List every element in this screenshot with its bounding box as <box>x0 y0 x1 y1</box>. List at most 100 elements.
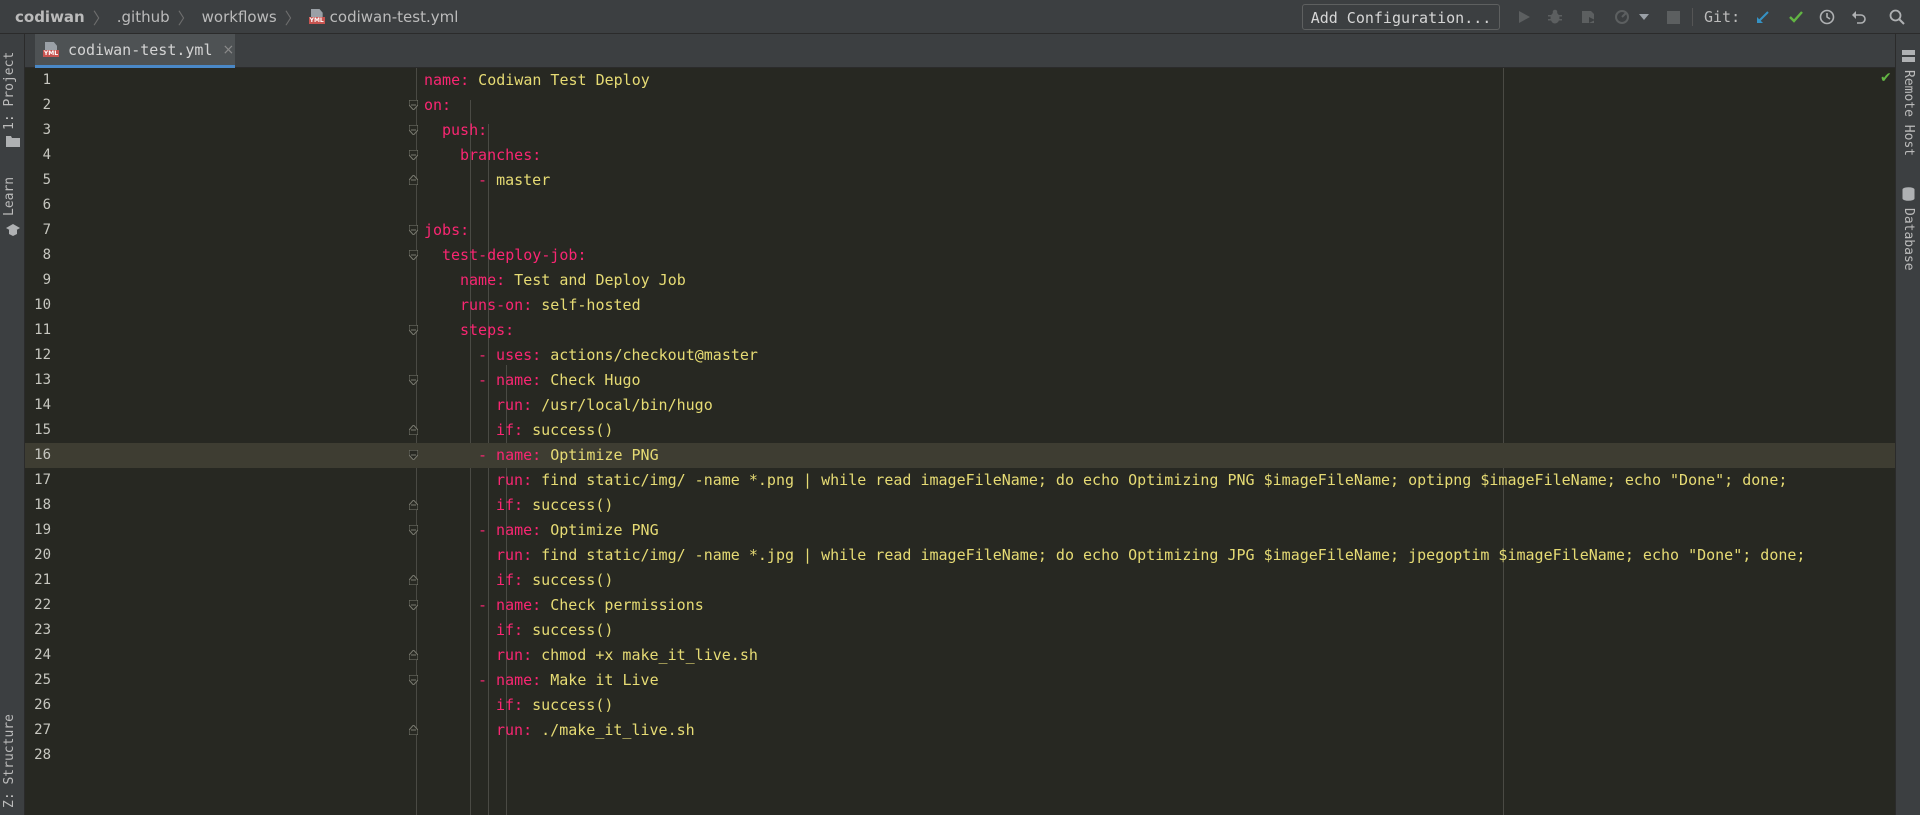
yaml-key: push: <box>442 121 488 139</box>
learn-tool-tab[interactable]: Learn <box>2 177 17 216</box>
yaml-value: success() <box>523 496 614 514</box>
code-text: on: <box>424 93 451 118</box>
code-line[interactable]: 14 run: /usr/local/bin/hugo <box>25 393 1895 418</box>
yaml-key: name: <box>424 71 470 89</box>
fold-end-icon[interactable] <box>409 725 418 735</box>
line-number: 11 <box>34 322 51 338</box>
code-line[interactable]: 1 name: Codiwan Test Deploy <box>25 68 1895 93</box>
remote-host-tool-tab[interactable]: Remote Host <box>1901 70 1916 156</box>
code-line[interactable]: 11 steps: <box>25 318 1895 343</box>
code-line[interactable]: 22 - name: Check permissions <box>25 593 1895 618</box>
code-line[interactable]: 4 branches: <box>25 143 1895 168</box>
code-line[interactable]: 9 name: Test and Deploy Job <box>25 268 1895 293</box>
rollback-icon[interactable] <box>1850 8 1868 26</box>
fold-end-icon[interactable] <box>409 650 418 660</box>
history-icon[interactable] <box>1818 8 1836 26</box>
code-line[interactable]: 19 - name: Optimize PNG <box>25 518 1895 543</box>
code-line[interactable]: 13 - name: Check Hugo <box>25 368 1895 393</box>
code-line[interactable]: 6 <box>25 193 1895 218</box>
fold-open-icon[interactable] <box>409 225 418 235</box>
editor-tab-codiwan-test[interactable]: YML codiwan-test.yml × <box>35 34 235 68</box>
code-line[interactable]: 21 if: success() <box>25 568 1895 593</box>
code-line[interactable]: 18 if: success() <box>25 493 1895 518</box>
fold-open-icon[interactable] <box>409 600 418 610</box>
code-line[interactable]: 12 - uses: actions/checkout@master <box>25 343 1895 368</box>
line-number: 9 <box>42 272 51 288</box>
fold-open-icon[interactable] <box>409 450 418 460</box>
run-with-coverage-icon[interactable] <box>1579 8 1597 26</box>
fold-open-icon[interactable] <box>409 125 418 135</box>
code-line[interactable]: 7 jobs: <box>25 218 1895 243</box>
yaml-value: actions/checkout@master <box>541 346 758 364</box>
fold-end-icon[interactable] <box>409 175 418 185</box>
code-line[interactable]: 3 push: <box>25 118 1895 143</box>
search-icon[interactable] <box>1888 8 1906 26</box>
git-update-icon[interactable] <box>1754 8 1772 26</box>
yaml-key: on: <box>424 96 452 114</box>
no-problems-check-icon: ✔ <box>1880 70 1892 86</box>
code-text: run: find static/img/ -name *.png | whil… <box>496 468 1787 493</box>
breadcrumb-project[interactable]: codiwan <box>15 0 85 34</box>
code-line[interactable]: 17 run: find static/img/ -name *.png | wh… <box>25 468 1895 493</box>
fold-open-icon[interactable] <box>409 100 418 110</box>
structure-tool-tab[interactable]: Z: Structure <box>2 714 17 808</box>
code-line[interactable]: 27 run: ./make_it_live.sh <box>25 718 1895 743</box>
stop-icon[interactable] <box>1664 8 1682 26</box>
code-text: - uses: actions/checkout@master <box>478 343 758 368</box>
yaml-value: Check permissions <box>541 596 704 614</box>
breadcrumb-github-folder[interactable]: .github <box>117 0 170 34</box>
fold-end-icon[interactable] <box>409 425 418 435</box>
code-line[interactable]: 15 if: success() <box>25 418 1895 443</box>
code-text: name: Codiwan Test Deploy <box>424 68 650 93</box>
code-line[interactable]: 2 on: <box>25 93 1895 118</box>
breadcrumb-label: .github <box>116 7 170 26</box>
yml-file-icon: YML <box>43 41 59 58</box>
chevron-down-icon[interactable] <box>1635 8 1653 26</box>
yaml-value: find static/img/ -name *.jpg | while rea… <box>532 546 1806 564</box>
add-configuration-button[interactable]: Add Configuration... <box>1302 4 1500 30</box>
yaml-key: run: <box>496 396 533 414</box>
close-icon[interactable]: × <box>223 42 235 58</box>
code-editor[interactable]: 1 name: Codiwan Test Deploy 2 on: 3 push: 4 bra… <box>25 68 1895 815</box>
code-text: if: success() <box>496 568 613 593</box>
fold-open-icon[interactable] <box>409 375 418 385</box>
fold-open-icon[interactable] <box>409 675 418 685</box>
code-line[interactable]: 5 - master <box>25 168 1895 193</box>
fold-end-icon[interactable] <box>409 575 418 585</box>
fold-open-icon[interactable] <box>409 325 418 335</box>
fold-open-icon[interactable] <box>409 525 418 535</box>
line-number: 25 <box>34 672 51 688</box>
code-line[interactable]: 25 - name: Make it Live <box>25 668 1895 693</box>
code-line[interactable]: 20 run: find static/img/ -name *.jpg | wh… <box>25 543 1895 568</box>
yaml-value: success() <box>523 696 614 714</box>
debug-icon[interactable] <box>1546 8 1564 26</box>
code-text: if: success() <box>496 418 613 443</box>
breadcrumb-file[interactable]: YML codiwan-test.yml <box>308 0 458 34</box>
line-number: 20 <box>34 547 51 563</box>
code-text: if: success() <box>496 493 613 518</box>
code-text: name: Test and Deploy Job <box>460 268 686 293</box>
code-line[interactable]: 23 if: success() <box>25 618 1895 643</box>
line-number: 15 <box>34 422 51 438</box>
code-line[interactable]: 28 <box>25 743 1895 768</box>
code-line[interactable]: 16 - name: Optimize PNG <box>25 443 1895 468</box>
breadcrumb-workflows-folder[interactable]: workflows <box>202 0 277 34</box>
git-commit-icon[interactable] <box>1787 8 1805 26</box>
breadcrumb-label: workflows <box>201 7 277 26</box>
fold-open-icon[interactable] <box>409 250 418 260</box>
code-text: test-deploy-job: <box>442 243 587 268</box>
line-number: 5 <box>42 172 51 188</box>
code-line[interactable]: 26 if: success() <box>25 693 1895 718</box>
project-tool-tab[interactable]: 1: Project <box>2 52 17 130</box>
fold-end-icon[interactable] <box>409 500 418 510</box>
database-tool-tab[interactable]: Database <box>1901 208 1916 271</box>
fold-open-icon[interactable] <box>409 150 418 160</box>
run-icon[interactable] <box>1515 8 1533 26</box>
line-number: 28 <box>34 747 51 763</box>
navigation-bar: codiwan 〉 .github 〉 workflows 〉 YML codi… <box>0 0 1920 34</box>
code-text: - name: Optimize PNG <box>478 518 659 543</box>
code-line[interactable]: 8 test-deploy-job: <box>25 243 1895 268</box>
profile-icon[interactable] <box>1613 8 1631 26</box>
code-line[interactable]: 10 runs-on: self-hosted <box>25 293 1895 318</box>
code-line[interactable]: 24 run: chmod +x make_it_live.sh <box>25 643 1895 668</box>
